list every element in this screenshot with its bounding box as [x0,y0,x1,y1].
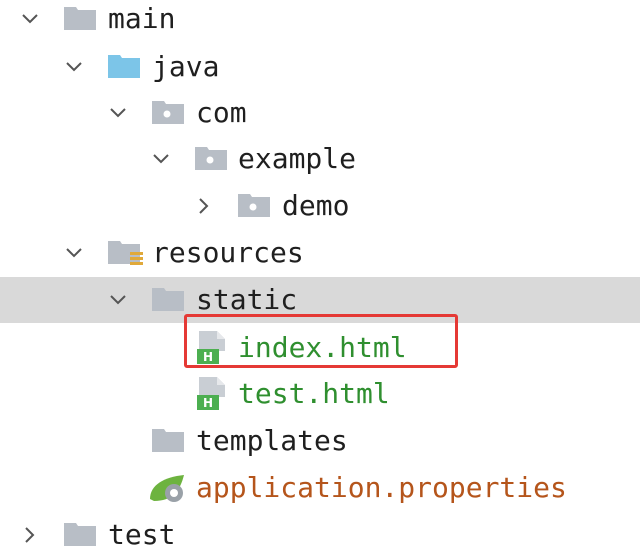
tree-item-templates[interactable]: templates [0,418,640,464]
tree-item-test[interactable]: test [0,512,640,558]
source-folder-icon [106,50,142,80]
chevron-down-icon[interactable] [63,242,85,264]
chevron-right-icon[interactable] [19,524,41,546]
tree-item-label: templates [196,424,348,457]
tree-item-label: application.properties [196,471,567,504]
chevron-down-icon[interactable] [107,289,129,311]
chevron-down-icon[interactable] [19,8,41,30]
tree-item-label: java [152,50,220,83]
tree-item-com[interactable]: com [0,90,640,136]
tree-item-application-properties[interactable]: application.properties [0,465,640,511]
tree-item-resources[interactable]: resources [0,230,640,276]
chevron-right-icon[interactable] [193,195,215,217]
tree-item-label: main [108,2,176,35]
tree-item-label: test [108,518,176,551]
tree-item-label: resources [152,236,304,269]
resources-folder-icon [106,236,143,266]
folder-icon [150,424,186,454]
tree-item-label: example [238,142,357,175]
tree-item-java[interactable]: java [0,44,640,90]
chevron-down-icon[interactable] [150,148,172,170]
folder-icon [62,518,98,548]
chevron-down-icon[interactable] [63,56,85,78]
tree-item-demo[interactable]: demo [0,183,640,229]
folder-icon [150,283,186,313]
tree-item-label: com [196,96,247,129]
package-icon [150,96,186,126]
tree-item-main[interactable]: main [0,0,640,42]
tree-item-test-html[interactable]: H test.html [0,371,640,417]
tree-item-label: demo [282,189,350,222]
svg-text:H: H [203,396,213,410]
html-file-icon: H [195,375,229,411]
folder-icon [62,2,98,32]
package-icon [193,142,229,172]
spring-properties-icon [146,471,188,505]
tree-item-label: test.html [238,377,390,410]
tree-item-example[interactable]: example [0,136,640,182]
chevron-down-icon[interactable] [107,102,129,124]
package-icon [236,189,272,219]
highlight-box [184,314,458,368]
